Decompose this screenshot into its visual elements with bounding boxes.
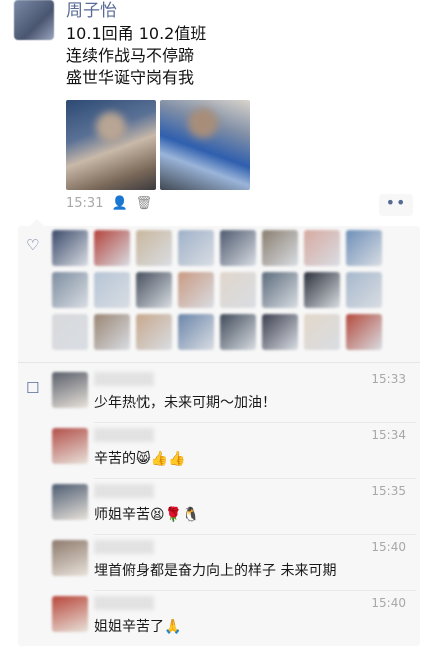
liker-avatar[interactable] [52,272,88,308]
comment-item[interactable]: 15:40 姐姐辛苦了🙏 [52,596,416,648]
author-name[interactable]: 周子怡 [66,0,117,21]
liker-avatar[interactable] [304,314,340,350]
comment-separator [94,590,416,591]
commenter-avatar[interactable] [52,428,88,464]
comment-time: 15:40 [371,596,406,610]
commenter-name-blurred[interactable] [94,372,154,386]
comment-text: 姐姐辛苦了🙏 [94,619,182,635]
liker-avatar[interactable] [94,272,130,308]
comment-text: 师姐辛苦😫🌹🐧 [94,507,200,523]
comment-time: 15:40 [371,540,406,554]
comment-text: 少年热忱，未来可期～加油！ [94,395,276,411]
comment-time: 15:35 [371,484,406,498]
commenter-name-blurred[interactable] [94,428,154,442]
likers-grid [52,230,382,350]
person-icon[interactable]: 👤 [111,196,127,211]
more-dots-icon: •• [385,193,407,212]
comment-item[interactable]: 15:40 埋首俯身都是奋力向上的样子 未来可期 [52,540,416,592]
liker-avatar[interactable] [262,230,298,266]
comment-item[interactable]: 15:35 师姐辛苦😫🌹🐧 [52,484,416,536]
liker-avatar[interactable] [94,230,130,266]
liker-avatar[interactable] [220,314,256,350]
commenter-avatar[interactable] [52,540,88,576]
post-photo-2[interactable] [160,100,250,190]
likes-comments-divider [18,362,420,363]
liker-avatar[interactable] [178,272,214,308]
liker-avatar[interactable] [220,272,256,308]
commenter-name-blurred[interactable] [94,596,154,610]
liker-avatar[interactable] [52,314,88,350]
commenter-avatar[interactable] [52,484,88,520]
post-text: 10.1回甬 10.2值班 连续作战马不停蹄 盛世华诞守岗有我 [66,24,207,87]
liker-avatar[interactable] [178,230,214,266]
comment-icon: ☐ [26,379,40,397]
post-time: 15:31 [66,196,104,211]
commenter-avatar[interactable] [52,372,88,408]
liker-avatar[interactable] [346,314,382,350]
comment-item[interactable]: 15:33 少年热忱，未来可期～加油！ [52,372,416,424]
author-avatar[interactable] [14,0,54,40]
liker-avatar[interactable] [136,314,172,350]
liker-avatar[interactable] [136,230,172,266]
liker-avatar[interactable] [52,230,88,266]
commenter-name-blurred[interactable] [94,484,154,498]
interaction-box-arrow [30,219,44,226]
heart-icon: ♡ [26,236,40,254]
liker-avatar[interactable] [346,230,382,266]
comment-item[interactable]: 15:34 辛苦的😸👍👍 [52,428,416,480]
post-meta: 15:31 👤 🗑 [66,196,152,211]
commenter-name-blurred[interactable] [94,540,154,554]
comment-separator [94,534,416,535]
liker-avatar[interactable] [94,314,130,350]
comment-time: 15:34 [371,428,406,442]
liker-avatar[interactable] [304,230,340,266]
post-photo-1[interactable] [66,100,156,190]
more-options-button[interactable]: •• [379,194,413,216]
liker-avatar[interactable] [346,272,382,308]
comment-separator [94,478,416,479]
commenter-avatar[interactable] [52,596,88,632]
comment-time: 15:33 [371,372,406,386]
liker-avatar[interactable] [178,314,214,350]
comment-text: 辛苦的😸👍👍 [94,451,186,467]
liker-avatar[interactable] [262,314,298,350]
comment-text: 埋首俯身都是奋力向上的样子 未来可期 [94,563,337,579]
liker-avatar[interactable] [136,272,172,308]
liker-avatar[interactable] [304,272,340,308]
liker-avatar[interactable] [262,272,298,308]
liker-avatar[interactable] [220,230,256,266]
trash-icon[interactable]: 🗑 [136,196,153,211]
comment-separator [94,422,416,423]
